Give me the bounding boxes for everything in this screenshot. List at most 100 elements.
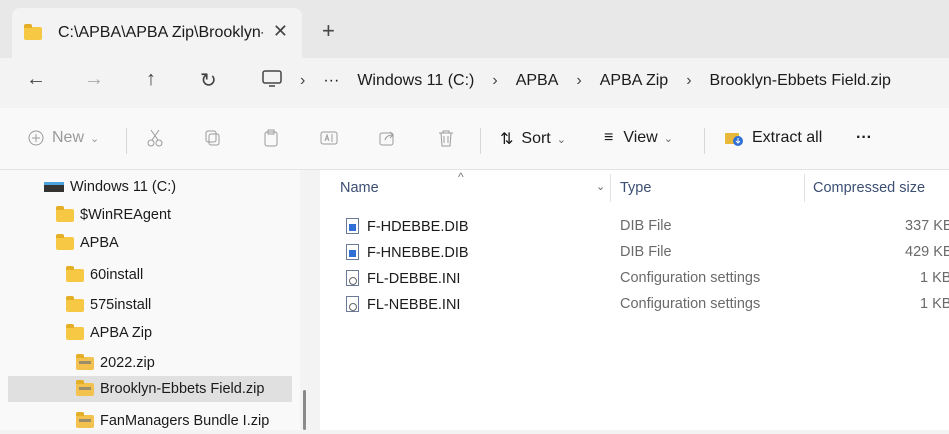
file-list: Name ^ ⌄ Type Compressed size F-HDEBBE.D… [320, 170, 949, 430]
file-type: DIB File [620, 218, 672, 234]
file-name-cell: F-HNEBBE.DIB [346, 244, 469, 261]
tab-bar: C:\APBA\APBA Zip\Brooklyn-E ✕ + [0, 0, 949, 58]
view-button[interactable]: ≡ View ⌄ [604, 129, 673, 147]
chevron-down-icon: ⌄ [663, 132, 673, 145]
chevron-down-icon: ⌄ [556, 133, 566, 146]
breadcrumb-item[interactable]: Windows 11 (C:) [357, 72, 474, 90]
column-header-label: Type [620, 180, 652, 196]
file-name: F-HNEBBE.DIB [367, 245, 469, 261]
breadcrumb: › ··· Windows 11 (C:) › APBA › APBA Zip … [300, 72, 909, 90]
breadcrumb-item[interactable]: Brooklyn-Ebbets Field.zip [710, 72, 891, 90]
sort-ascending-icon: ^ [458, 170, 464, 184]
breadcrumb-more[interactable]: ··· [323, 72, 339, 90]
copy-icon[interactable] [204, 129, 222, 147]
sort-icon: ⇅ [500, 131, 514, 148]
column-header-name[interactable]: Name [340, 170, 379, 206]
settings-file-icon [346, 270, 359, 286]
toolbar-divider [480, 128, 481, 154]
new-label: New [52, 129, 85, 146]
breadcrumb-separator: › [576, 72, 582, 89]
address-bar: ← → ↑ ↻ › ··· Windows 11 (C:) › APBA › A… [0, 58, 949, 108]
more-options-button[interactable]: ··· [856, 129, 872, 147]
forward-button[interactable]: → [84, 68, 104, 91]
tree-item-folder[interactable]: $WinREAgent [56, 202, 171, 228]
table-row[interactable]: FL-NEBBE.INI Configuration settings 1 KB [320, 292, 949, 318]
back-button[interactable]: ← [26, 68, 46, 91]
image-file-icon [346, 218, 359, 234]
tree-item-zip[interactable]: FanManagers Bundle I.zip [76, 408, 269, 434]
sort-label: Sort [521, 130, 551, 147]
breadcrumb-item[interactable]: APBA Zip [600, 72, 668, 90]
folder-icon [56, 205, 74, 222]
tree-item-label: Brooklyn-Ebbets Field.zip [100, 381, 265, 397]
tab-current[interactable]: C:\APBA\APBA Zip\Brooklyn-E ✕ [12, 8, 302, 58]
folder-icon [66, 265, 84, 282]
extract-icon [725, 133, 743, 146]
sort-button[interactable]: ⇅ Sort ⌄ [500, 129, 566, 149]
tree-item-zip[interactable]: 2022.zip [76, 350, 155, 376]
paste-icon[interactable] [262, 129, 280, 147]
file-name-cell: F-HDEBBE.DIB [346, 218, 469, 235]
up-button[interactable]: ↑ [146, 68, 156, 91]
tree-item-folder[interactable]: APBA [56, 230, 119, 256]
toolbar-divider [704, 128, 705, 154]
file-type: DIB File [620, 244, 672, 260]
new-button[interactable]: New ⌄ [28, 129, 99, 147]
view-label: View [623, 129, 658, 146]
column-header-type[interactable]: Type [620, 170, 651, 206]
tree-item-label: 2022.zip [100, 355, 155, 371]
column-divider[interactable] [804, 174, 805, 202]
tree-item-folder[interactable]: 60install [66, 262, 143, 288]
chevron-down-icon: ⌄ [90, 132, 100, 145]
file-type: Configuration settings [620, 270, 761, 286]
tab-title: C:\APBA\APBA Zip\Brooklyn-E [58, 24, 263, 41]
view-icon: ≡ [604, 129, 614, 146]
column-divider[interactable] [610, 174, 611, 202]
file-size: 429 KB [905, 244, 949, 260]
close-tab-icon[interactable]: ✕ [273, 21, 288, 42]
tree-item-label: APBA Zip [90, 325, 153, 341]
rename-icon[interactable] [320, 129, 338, 147]
tree-item-label: APBA [80, 235, 119, 251]
breadcrumb-separator: › [686, 72, 692, 89]
new-tab-button[interactable]: + [322, 18, 335, 44]
refresh-button[interactable]: ↻ [200, 68, 217, 93]
chevron-down-icon[interactable]: ⌄ [596, 180, 605, 193]
folder-icon [66, 323, 84, 340]
share-icon[interactable] [378, 129, 396, 147]
image-file-icon [346, 244, 359, 260]
monitor-icon[interactable] [262, 70, 282, 94]
settings-file-icon [346, 296, 359, 312]
file-name-cell: FL-DEBBE.INI [346, 270, 460, 287]
tree-item-zip-selected[interactable]: Brooklyn-Ebbets Field.zip [8, 376, 292, 402]
zip-folder-icon [76, 353, 94, 370]
extract-all-button[interactable]: Extract all [724, 129, 822, 147]
table-row[interactable]: F-HNEBBE.DIB DIB File 429 KB [320, 240, 949, 266]
delete-icon[interactable] [438, 129, 454, 147]
breadcrumb-separator: › [300, 72, 306, 89]
file-name: F-HDEBBE.DIB [367, 219, 469, 235]
table-row[interactable]: F-HDEBBE.DIB DIB File 337 KB [320, 214, 949, 240]
file-size: 1 KB [920, 270, 949, 286]
column-header-label: Compressed size [813, 180, 926, 196]
navigation-pane: Windows 11 (C:) $WinREAgent APBA 60insta… [0, 170, 300, 430]
file-name: FL-DEBBE.INI [367, 271, 461, 287]
breadcrumb-item[interactable]: APBA [516, 72, 559, 90]
tree-item-folder[interactable]: APBA Zip [66, 320, 152, 346]
tree-item-label: Windows 11 (C:) [70, 179, 177, 195]
table-row[interactable]: FL-DEBBE.INI Configuration settings 1 KB [320, 266, 949, 292]
column-header-size[interactable]: Compressed size [813, 170, 925, 206]
file-size: 1 KB [920, 296, 949, 312]
zip-folder-icon [76, 379, 94, 396]
cut-icon[interactable] [146, 129, 164, 147]
file-type: Configuration settings [620, 296, 761, 312]
zip-folder-icon [76, 411, 94, 428]
extract-all-label: Extract all [752, 129, 823, 146]
tree-item-folder[interactable]: 575install [66, 292, 151, 318]
file-size: 337 KB [905, 218, 949, 234]
breadcrumb-separator: › [492, 72, 498, 89]
tree-item-drive[interactable]: Windows 11 (C:) [44, 174, 176, 200]
folder-icon [56, 233, 74, 250]
nav-scrollbar[interactable] [303, 390, 306, 430]
folder-icon [24, 23, 42, 40]
